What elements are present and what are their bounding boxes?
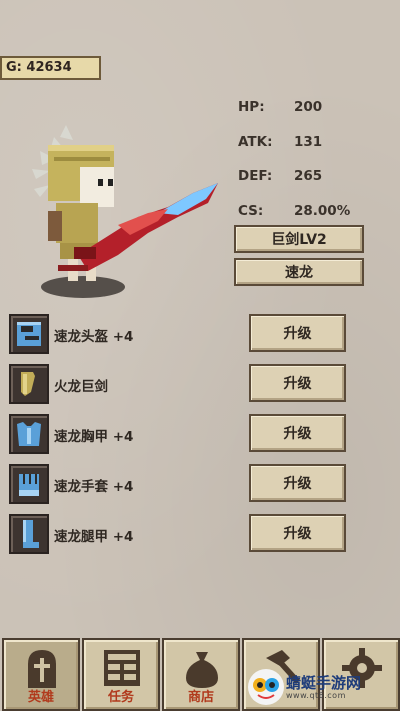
hero-stats: HP: 200 ATK: 131 DEF: 265 CS: 28.00% bbox=[238, 90, 378, 228]
hero-sprite bbox=[32, 125, 218, 298]
stat-label: HP: bbox=[238, 99, 265, 116]
helmet-icon bbox=[9, 314, 49, 354]
weapon-level-button[interactable]: 巨剑LV2 bbox=[234, 225, 364, 253]
stat-value: 131 bbox=[294, 133, 323, 150]
chestplate-icon bbox=[9, 414, 49, 454]
class-button[interactable]: 速龙 bbox=[234, 258, 364, 286]
stat-cs: CS: 28.00% bbox=[238, 194, 378, 229]
nav-label: 商店 bbox=[187, 690, 214, 705]
stat-value: 265 bbox=[294, 168, 323, 185]
equipment-name: 速龙胸甲 +4 bbox=[54, 429, 134, 445]
gold-counter: G: 42634 bbox=[0, 56, 101, 80]
upgrade-button[interactable]: 升级 bbox=[249, 364, 346, 402]
equipment-row-greaves: 速龙腿甲 +4 升级 bbox=[9, 514, 349, 554]
stat-atk: ATK: 131 bbox=[238, 125, 378, 160]
stat-label: ATK: bbox=[238, 133, 273, 150]
equipment-row-chest: 速龙胸甲 +4 升级 bbox=[9, 414, 349, 454]
upgrade-button[interactable]: 升级 bbox=[249, 414, 346, 452]
gauntlet-icon bbox=[9, 464, 49, 504]
stat-value: 200 bbox=[294, 99, 323, 116]
sword-icon bbox=[9, 364, 49, 404]
stat-label: DEF: bbox=[238, 168, 273, 185]
dragonfly-logo-icon bbox=[248, 669, 284, 705]
stat-value: 28.00% bbox=[294, 202, 351, 219]
stat-def: DEF: 265 bbox=[238, 159, 378, 194]
watermark: 蜻蜓手游网 www.qt6.com bbox=[246, 667, 396, 707]
greaves-icon bbox=[9, 514, 49, 554]
upgrade-button[interactable]: 升级 bbox=[249, 314, 346, 352]
equipment-row-helmet: 速龙头盔 +4 升级 bbox=[9, 314, 349, 354]
nav-tab-hero[interactable]: 英雄 bbox=[2, 638, 80, 711]
nav-label: 英雄 bbox=[27, 690, 54, 705]
nav-tab-shop[interactable]: 商店 bbox=[162, 638, 240, 711]
nav-label: 任务 bbox=[107, 690, 134, 705]
nav-tab-tasks[interactable]: 任务 bbox=[82, 638, 160, 711]
bag-icon bbox=[186, 652, 218, 688]
upgrade-button[interactable]: 升级 bbox=[249, 514, 346, 552]
equipment-name: 速龙头盔 +4 bbox=[54, 329, 134, 345]
stat-label: CS: bbox=[238, 202, 264, 219]
equipment-row-sword: 火龙巨剑 升级 bbox=[9, 364, 349, 404]
equipment-row-gauntlet: 速龙手套 +4 升级 bbox=[9, 464, 349, 504]
stat-hp: HP: 200 bbox=[238, 90, 378, 125]
upgrade-button[interactable]: 升级 bbox=[249, 464, 346, 502]
equipment-name: 火龙巨剑 bbox=[54, 379, 108, 395]
list-icon bbox=[104, 650, 140, 686]
watermark-text: 蜻蜓手游网 bbox=[286, 673, 362, 692]
equipment-name: 速龙手套 +4 bbox=[54, 479, 134, 495]
watermark-url: www.qt6.com bbox=[286, 690, 346, 700]
equipment-name: 速龙腿甲 +4 bbox=[54, 529, 134, 545]
helmet-icon bbox=[28, 650, 56, 688]
